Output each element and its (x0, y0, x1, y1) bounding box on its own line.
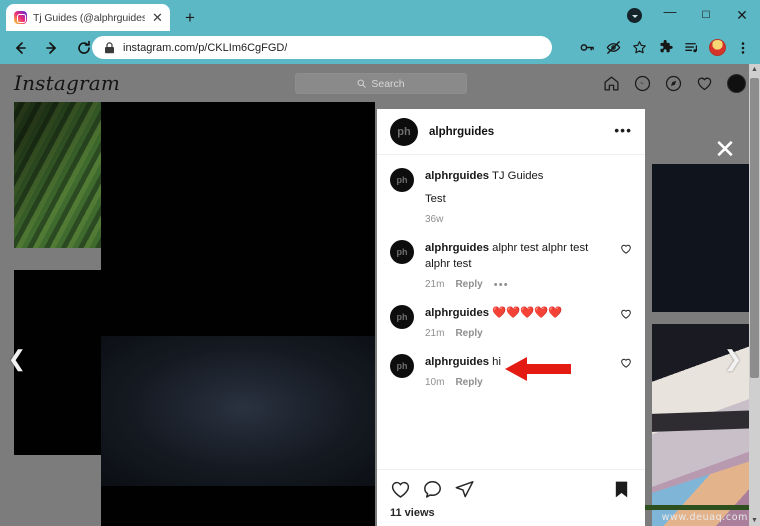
caption-username[interactable]: alphrguides (425, 170, 489, 182)
url-text: instagram.com/p/CKLIm6CgFGD/ (123, 41, 288, 54)
comment-button[interactable] (422, 479, 443, 500)
comment-timestamp: 21m (425, 279, 445, 291)
caption-line: alphrguides TJ Guides (425, 168, 632, 184)
star-icon[interactable] (626, 35, 652, 61)
compass-icon[interactable] (665, 75, 682, 92)
avatar[interactable]: ph (390, 168, 414, 192)
page-content: ❮ ❯ Instagram Search ✕ ph alphrguides ••… (0, 64, 760, 526)
eye-off-icon[interactable] (600, 35, 626, 61)
close-modal-button[interactable]: ✕ (712, 136, 738, 163)
profile-avatar[interactable] (704, 35, 730, 61)
comment-item: ph alphrguides ❤️❤️❤️❤️❤️ 21m Reply (390, 305, 632, 339)
comment-like-button[interactable] (620, 242, 632, 290)
back-arrow-icon (16, 41, 26, 54)
browser-window: Tj Guides (@alphrguides) • Instag ✕ + — … (0, 0, 760, 526)
carousel-prev-button[interactable]: ❮ (6, 348, 28, 370)
heart-icon[interactable] (696, 75, 713, 92)
avatar[interactable]: ph (390, 240, 414, 265)
search-input[interactable]: Search (295, 73, 467, 94)
view-count: 11 views (390, 507, 435, 519)
comment-reply-button[interactable]: Reply (455, 279, 482, 290)
comment-like-button[interactable] (620, 356, 632, 388)
carousel-next-button[interactable]: ❯ (722, 348, 744, 370)
bookmark-filled-icon[interactable] (611, 479, 632, 500)
maximize-button[interactable]: ☐ (688, 0, 724, 31)
forward-button[interactable] (38, 34, 66, 62)
caption-timestamp: 36w (425, 214, 444, 226)
minimize-button[interactable]: — (652, 0, 688, 31)
key-icon[interactable] (574, 35, 600, 61)
close-window-button[interactable]: ✕ (724, 0, 760, 31)
comment-text: hi (492, 356, 501, 369)
instagram-nav (603, 64, 746, 102)
search-icon (357, 79, 367, 88)
messenger-icon[interactable] (634, 75, 651, 92)
profile-avatar[interactable] (727, 73, 746, 93)
scrollbar-thumb[interactable] (750, 78, 759, 378)
close-icon: ✕ (736, 7, 748, 23)
instagram-icon (14, 11, 27, 24)
modal-header: ph alphrguides ••• (377, 109, 645, 155)
comment-reply-button[interactable]: Reply (455, 328, 482, 339)
back-button[interactable] (6, 34, 34, 62)
post-more-options-button[interactable]: ••• (614, 123, 632, 138)
browser-titlebar: Tj Guides (@alphrguides) • Instag ✕ + — … (0, 0, 760, 31)
browser-tab[interactable]: Tj Guides (@alphrguides) • Instag ✕ (6, 4, 170, 31)
close-icon[interactable]: ✕ (151, 11, 164, 24)
home-icon[interactable] (603, 75, 620, 92)
post-thumbnail-dark-right[interactable] (652, 164, 756, 312)
comment-username[interactable]: alphrguides (425, 307, 489, 319)
maximize-icon: ☐ (701, 10, 711, 21)
browser-toolbar: instagram.com/p/CKLIm6CgFGD/ (0, 31, 760, 64)
minimize-icon: — (663, 4, 677, 19)
comment-username[interactable]: alphrguides (425, 242, 489, 254)
avatar[interactable]: ph (390, 354, 414, 379)
scroll-down-button[interactable]: ▼ (749, 515, 760, 526)
address-bar[interactable]: instagram.com/p/CKLIm6CgFGD/ (92, 36, 552, 59)
comment-more-options[interactable]: ••• (494, 279, 509, 290)
comment-timestamp: 10m (425, 377, 445, 389)
avatar (708, 39, 726, 56)
search-placeholder: Search (371, 77, 405, 90)
scroll-up-button[interactable]: ▲ (749, 64, 760, 75)
instagram-logo[interactable]: Instagram (14, 71, 120, 95)
comment-item: ph alphrguides alphr test alphr test alp… (390, 240, 632, 290)
comment-item: ph alphrguides hi 10m Reply (390, 354, 632, 388)
media-list-icon[interactable] (678, 35, 704, 61)
comment-reply-button[interactable]: Reply (455, 377, 482, 388)
post-thumbnail-foliage[interactable] (14, 102, 102, 248)
comment-timestamp: 21m (425, 328, 445, 340)
page-scrollbar[interactable]: ▲ ▼ (749, 64, 760, 526)
avatar[interactable]: ph (390, 117, 418, 146)
watermark: www.deuaq.com (661, 512, 748, 523)
forward-arrow-icon (46, 41, 56, 54)
caption-text: TJ Guides (491, 170, 544, 182)
caption-body: Test (425, 193, 446, 206)
extensions-icon[interactable] (652, 35, 678, 61)
post-modal: ph alphrguides ••• ph alphrguides TJ Gui… (377, 109, 645, 526)
chevron-down-icon[interactable] (627, 8, 642, 23)
chrome-menu-icon[interactable] (730, 35, 756, 61)
post-media-dark-bottom[interactable] (101, 486, 375, 526)
tab-title: Tj Guides (@alphrguides) • Instag (33, 11, 145, 24)
comment-text: ❤️❤️❤️❤️❤️ (492, 307, 563, 320)
new-tab-button[interactable]: + (180, 8, 200, 28)
reload-icon (78, 40, 90, 54)
post-media-dark-top[interactable] (101, 64, 375, 336)
post-actions: 11 views (377, 469, 645, 526)
comments-list: ph alphrguides TJ Guides Test 36w ph alp… (377, 155, 645, 469)
avatar[interactable]: ph (390, 305, 414, 330)
share-button[interactable] (454, 479, 475, 500)
lock-icon (105, 41, 114, 53)
post-media-video[interactable] (101, 336, 375, 486)
like-button[interactable] (390, 479, 411, 500)
post-author-username[interactable]: alphrguides (429, 126, 603, 138)
comment-like-button[interactable] (620, 307, 632, 339)
post-caption: ph alphrguides TJ Guides Test 36w (390, 168, 632, 225)
comment-username[interactable]: alphrguides (425, 356, 489, 368)
instagram-header: Instagram Search (0, 64, 760, 102)
toolbar-icons (574, 31, 756, 64)
